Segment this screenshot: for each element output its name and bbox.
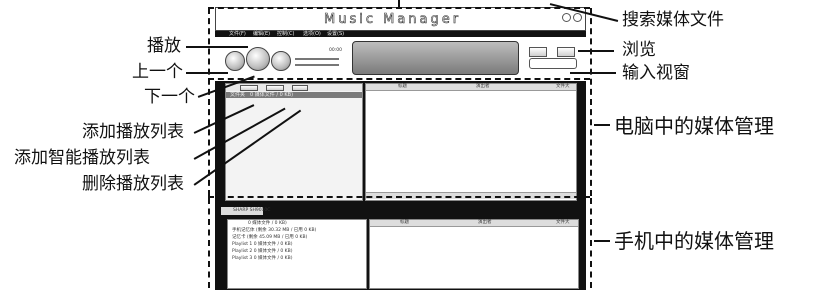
- callout-pc-media-mgmt: 电脑中的媒体管理: [614, 114, 774, 138]
- playlist-toolbar: [226, 84, 362, 91]
- menu-options[interactable]: 选项(O): [303, 31, 321, 37]
- input-window[interactable]: [529, 58, 577, 69]
- frame-left-bottom: [208, 198, 210, 288]
- callout-phone-media-mgmt: 手机中的媒体管理: [614, 229, 774, 253]
- callout-add-smart-playlist: 添加智能播放列表: [14, 148, 150, 168]
- tree-item-selected[interactable]: 文件夹 0 媒体文件 / 0 KB): [226, 92, 362, 98]
- menu-settings[interactable]: 设置(S): [327, 31, 344, 37]
- add-smart-playlist-button[interactable]: [266, 85, 284, 91]
- computer-section: 文件夹 0 媒体文件 / 0 KB) 标题 演出者 文件大: [215, 81, 586, 205]
- phone-tree-item-root[interactable]: 0 媒体文件 / 0 KB): [248, 221, 287, 227]
- callout-add-playlist: 添加播放列表: [82, 122, 184, 142]
- column-title[interactable]: 标题: [398, 84, 407, 90]
- callout-play: 播放: [147, 36, 181, 56]
- phone-tree-item-playlist2[interactable]: Playlist 2 0 媒体文件 / 0 KB): [232, 249, 292, 255]
- phone-column-filesize[interactable]: 文件大: [556, 220, 570, 226]
- phone-media-list-panel: 标题 演出者 文件大: [369, 219, 579, 289]
- menu-control[interactable]: 控制(C): [277, 31, 294, 37]
- callout-next: 下一个: [144, 87, 195, 107]
- phone-list-header: 标题 演出者 文件大: [370, 220, 578, 227]
- next-button[interactable]: [271, 51, 291, 71]
- frame-left-top: [208, 8, 210, 196]
- menu-file[interactable]: 文件(F): [229, 31, 246, 37]
- frame-mid-upper: [208, 78, 590, 80]
- seek-bar[interactable]: [295, 58, 339, 60]
- callout-input-window: 输入视窗: [622, 63, 690, 83]
- media-list-header: 标题 演出者 文件大: [366, 84, 576, 91]
- add-playlist-button[interactable]: [240, 85, 258, 91]
- leader-pc-mgmt: [594, 124, 610, 126]
- folder-label: 文件夹: [230, 91, 246, 98]
- search-media-button[interactable]: [529, 47, 547, 57]
- device-name: SHARP SH9010C: [233, 208, 271, 213]
- leader-input: [570, 72, 616, 74]
- callout-search-media: 搜索媒体文件: [622, 10, 724, 30]
- media-list-panel: 标题 演出者 文件大: [365, 83, 577, 201]
- phone-tree-item-card[interactable]: 记忆卡 (剩余 45.09 MB / 已用 0 KB): [232, 235, 307, 241]
- folder-detail: 0 媒体文件 / 0 KB): [250, 91, 294, 98]
- callout-browse: 浏览: [622, 40, 656, 60]
- leader-play: [186, 46, 248, 48]
- playlist-tree-panel: 文件夹 0 媒体文件 / 0 KB): [225, 83, 363, 201]
- callout-previous: 上一个: [132, 62, 183, 82]
- delete-playlist-button[interactable]: [292, 85, 308, 91]
- phone-tree-item-playlist3[interactable]: Playlist 3 0 媒体文件 / 0 KB): [232, 256, 292, 262]
- menu-edit[interactable]: 编辑(E): [253, 31, 270, 37]
- callout-delete-playlist: 删除播放列表: [82, 174, 184, 194]
- time-display: 00:00: [329, 48, 342, 53]
- phone-tree-item-playlist1[interactable]: Playlist 1 0 媒体文件 / 0 KB): [232, 242, 292, 248]
- phone-section: SHARP SH9010C 0 媒体文件 / 0 KB) 手机记忆体 (剩余 3…: [215, 205, 586, 290]
- previous-button[interactable]: [225, 51, 245, 71]
- device-bar: SHARP SH9010C: [221, 207, 270, 215]
- frame-right-bottom: [590, 198, 592, 288]
- frame-mid-lower: [208, 196, 590, 198]
- volume-bar[interactable]: [295, 64, 339, 66]
- app-title: Music Manager: [324, 12, 462, 28]
- player-area: 00:00: [215, 37, 586, 81]
- phone-column-title[interactable]: 标题: [400, 220, 409, 226]
- browse-button[interactable]: [557, 47, 575, 57]
- column-artist[interactable]: 演出者: [476, 84, 490, 90]
- leader-browse: [578, 50, 614, 52]
- title-bar: Music Manager: [215, 7, 586, 31]
- phone-tree-item-memory[interactable]: 手机记忆体 (剩余 30.32 MB / 已用 0 KB): [232, 228, 316, 234]
- column-filesize[interactable]: 文件大: [556, 84, 570, 90]
- phone-tree-panel: 0 媒体文件 / 0 KB) 手机记忆体 (剩余 30.32 MB / 已用 0…: [227, 219, 367, 289]
- leader-phone-mgmt: [594, 240, 610, 242]
- frame-right-top: [590, 8, 592, 196]
- phone-column-artist[interactable]: 演出者: [478, 220, 492, 226]
- play-button[interactable]: [246, 47, 270, 71]
- app-window: Music Manager 文件(F) 编辑(E) 控制(C) 选项(O) 设置…: [215, 7, 586, 290]
- leader-previous: [186, 72, 228, 74]
- display-screen: [352, 41, 519, 75]
- frame-top-marker: [398, 0, 400, 8]
- minimize-icon[interactable]: [562, 13, 571, 22]
- close-icon[interactable]: [573, 13, 582, 22]
